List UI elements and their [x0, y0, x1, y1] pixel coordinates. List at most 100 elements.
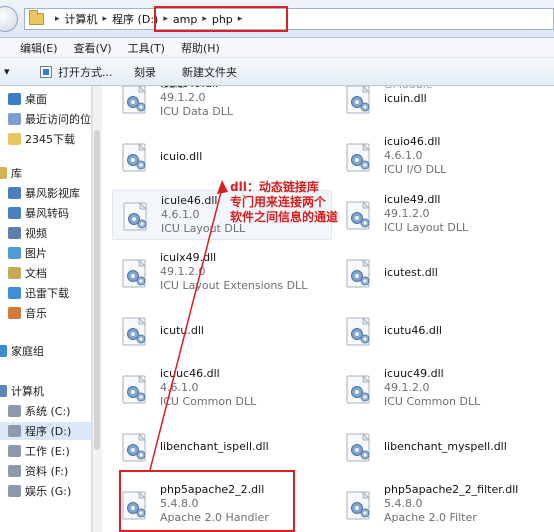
sidebar-item-label: 视频	[25, 227, 47, 240]
sidebar-item[interactable]: 图片	[0, 244, 47, 262]
sidebar-item-label: 桌面	[25, 93, 47, 106]
file-name: iculx49.dll	[160, 251, 217, 264]
file-list: GLIBGModuleicudt49.dll49.1.2.0ICU Data D…	[102, 86, 554, 532]
menu-edit[interactable]: 编辑(E)	[20, 40, 58, 56]
computer-icon	[0, 385, 7, 397]
open-with-icon	[40, 65, 52, 78]
dll-file-icon	[344, 490, 376, 522]
sidebar-item-label: 暴风转码	[25, 207, 69, 220]
sidebar-item[interactable]: 娱乐 (G:)	[0, 482, 71, 500]
homegroup-icon	[0, 345, 7, 357]
dll-file-icon	[121, 201, 153, 233]
dll-file-icon	[120, 86, 152, 116]
dll-file-icon	[120, 432, 152, 464]
sidebar-item[interactable]: 暴风影视库	[0, 184, 80, 202]
menu-view[interactable]: 查看(V)	[74, 40, 112, 56]
file-description: ICU Layout DLL	[384, 221, 469, 234]
annotation-line: 软件之间信息的通道	[230, 210, 339, 224]
sidebar-item[interactable]: 2345下载	[0, 130, 75, 148]
sidebar-item[interactable]: 工作 (E:)	[0, 442, 70, 460]
drive-icon	[8, 425, 21, 437]
back-button[interactable]	[0, 6, 18, 32]
sidebar-item-label: 资料 (F:)	[25, 465, 69, 478]
music-icon	[8, 307, 21, 319]
open-with-button[interactable]: 打开方式...	[40, 64, 113, 80]
sidebar-item[interactable]: 系统 (C:)	[0, 402, 70, 420]
sidebar-item-label: 家庭组	[11, 345, 44, 358]
organize-dropdown-arrow[interactable]: ▾	[4, 65, 10, 78]
dll-file-icon	[344, 316, 376, 348]
navigation-scrollbar-thumb[interactable]	[94, 130, 100, 450]
file-item[interactable]: libenchant_ispell.dll	[112, 422, 332, 472]
sidebar-item-label: 工作 (E:)	[25, 445, 70, 458]
sidebar-item[interactable]: 文档	[0, 264, 47, 282]
dll-file-icon	[344, 432, 376, 464]
annotation-text: dll：动态链接库 专门用来连接两个 软件之间信息的通道	[230, 180, 378, 225]
file-item[interactable]: icudt49.dll49.1.2.0ICU Data DLL	[112, 86, 332, 124]
file-version: 4.6.1.0	[160, 381, 199, 394]
drive-icon	[8, 485, 21, 497]
file-name: php5apache2_2_filter.dll	[384, 483, 519, 496]
file-version: 49.1.2.0	[384, 207, 430, 220]
sidebar-item[interactable]: 迅雷下载	[0, 284, 69, 302]
file-item[interactable]: icuio46.dll 4.6.1.0 ICU I/O DLL	[336, 132, 554, 182]
dll-file-icon	[120, 258, 152, 290]
file-description: Apache 2.0 Filter	[384, 511, 477, 524]
file-item[interactable]: icutu46.dll	[336, 306, 554, 356]
new-folder-button[interactable]: 新建文件夹	[182, 64, 237, 80]
sidebar-item-label: 文档	[25, 267, 47, 280]
sidebar-item[interactable]: 家庭组	[0, 342, 44, 360]
file-description: ICU Layout Extensions DLL	[160, 279, 308, 292]
sidebar-item-label: 程序 (D:)	[25, 425, 72, 438]
sidebar-item-label: 系统 (C:)	[25, 405, 71, 418]
sidebar-item[interactable]: 程序 (D:)	[0, 422, 91, 440]
desktop-icon	[8, 93, 21, 105]
file-item[interactable]: icuuc49.dll 49.1.2.0 ICU Common DLL	[336, 364, 554, 414]
file-item[interactable]: icuuc46.dll 4.6.1.0 ICU Common DLL	[112, 364, 332, 414]
chevron-right-icon[interactable]: ▸	[55, 14, 60, 24]
sidebar-item-label: 2345下载	[25, 133, 75, 146]
video-library-icon	[8, 207, 21, 219]
picture-icon	[8, 247, 21, 259]
chevron-right-icon[interactable]: ▸	[103, 14, 108, 24]
command-bar: ▾ 打开方式... 刻录 新建文件夹	[0, 58, 554, 86]
file-item[interactable]: libenchant_myspell.dll	[336, 422, 554, 472]
sidebar-item[interactable]: 计算机	[0, 382, 44, 400]
file-name: icuuc46.dll	[160, 367, 220, 380]
sidebar-item[interactable]: 视频	[0, 224, 47, 242]
annotation-line: dll：动态链接库	[230, 180, 319, 194]
file-name: libenchant_ispell.dll	[160, 440, 269, 453]
burn-button[interactable]: 刻录	[134, 64, 156, 80]
file-item[interactable]: php5apache2_2_filter.dll 5.4.8.0 Apache 2.…	[336, 480, 554, 530]
breadcrumb-computer[interactable]: 计算机	[65, 11, 98, 27]
drive-icon	[8, 405, 21, 417]
file-version: 49.1.2.0	[160, 91, 206, 104]
file-name: icule49.dll	[384, 193, 441, 206]
file-item[interactable]: icutest.dll	[336, 248, 554, 298]
sidebar-item[interactable]: 暴风转码	[0, 204, 69, 222]
sidebar-item[interactable]: 桌面	[0, 90, 47, 108]
dll-file-icon	[344, 374, 376, 406]
file-item[interactable]: icutu.dll	[112, 306, 332, 356]
drive-icon	[8, 445, 21, 457]
library-icon	[0, 167, 7, 179]
sidebar-item[interactable]: 资料 (F:)	[0, 462, 68, 480]
file-name: icuuc49.dll	[384, 367, 444, 380]
menu-tools[interactable]: 工具(T)	[128, 40, 165, 56]
file-name: icutest.dll	[384, 266, 438, 279]
address-bar[interactable]: ▸ 计算机 ▸ 程序 (D:) ▸ amp ▸ php ▸	[24, 8, 554, 30]
file-item[interactable]: icuio.dll	[112, 132, 332, 182]
sidebar-item-label: 暴风影视库	[25, 187, 80, 200]
file-name: icuin.dll	[384, 92, 427, 105]
sidebar-item[interactable]: 音乐	[0, 304, 47, 322]
folder-icon	[29, 10, 44, 25]
sidebar-item[interactable]: 库	[0, 164, 22, 182]
drive-icon	[8, 465, 21, 477]
breadcrumb-drive-d[interactable]: 程序 (D:)	[112, 11, 158, 27]
recent-places-icon	[8, 113, 21, 125]
file-item[interactable]: icuin.dll	[336, 86, 554, 124]
file-item[interactable]: iculx49.dll 49.1.2.0 ICU Layout Extensions…	[112, 248, 332, 298]
sidebar-item-label: 娱乐 (G:)	[25, 485, 72, 498]
sidebar-item[interactable]: 最近访问的位置	[0, 110, 91, 128]
menu-help[interactable]: 帮助(H)	[181, 40, 220, 56]
